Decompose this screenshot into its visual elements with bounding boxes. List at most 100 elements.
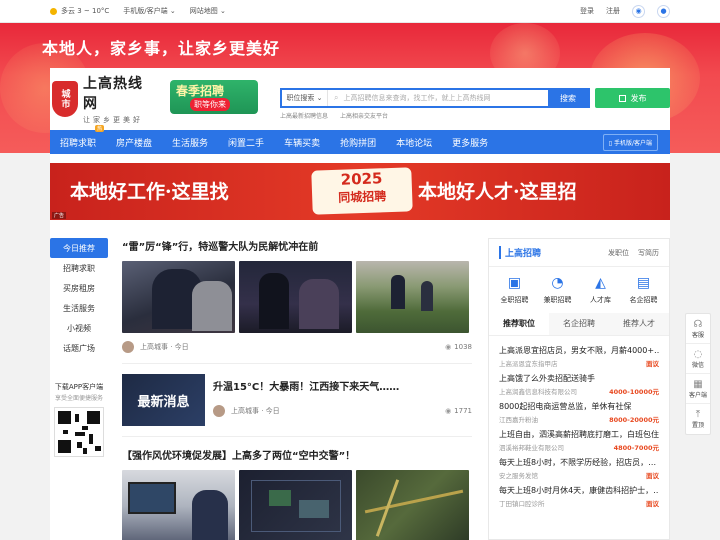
list-item[interactable]: 上高饿了么外卖招配送骑手 上高润鑫信息科技有限公司 4000-10000元 — [499, 373, 659, 396]
panel-title[interactable]: 上高招聘 — [499, 246, 541, 259]
post-image[interactable] — [356, 261, 469, 333]
job-company: 安之服务发馆 — [499, 472, 538, 480]
eye-icon: ◉ — [445, 407, 452, 415]
post-author[interactable]: 上高城事 · 今日 — [140, 342, 189, 352]
phone-icon: ▯ — [608, 139, 613, 147]
publish-button[interactable]: 发布 — [595, 88, 670, 108]
list-item[interactable]: 每天上班8小时，不限学历经验，招店员，… 安之服务发馆 面议 — [499, 457, 659, 480]
weather: 多云 3 ~ 10°C — [50, 6, 109, 16]
nav-item-group-buy[interactable]: 抢购拼团 — [330, 130, 386, 154]
view-count: ◉ 1038 — [445, 343, 472, 351]
job-salary: 4000-10000元 — [609, 388, 659, 396]
logo-seal: 城市 — [52, 81, 78, 117]
search-button[interactable]: 搜索 — [548, 90, 588, 106]
sitemap-link[interactable]: 网站地图 ⌄ — [190, 6, 226, 16]
qr-icon: ▦ — [693, 378, 703, 390]
post-image[interactable] — [239, 261, 352, 333]
eye-icon: ◉ — [445, 343, 452, 351]
chevron-down-icon: ⌄ — [316, 94, 323, 102]
app-download: 下载APP客户端 享受全面便捷服务 — [50, 382, 108, 457]
view-count-value: 1038 — [454, 343, 472, 351]
post-image[interactable] — [122, 470, 235, 540]
nav-item-forum[interactable]: 本地论坛 — [386, 130, 442, 154]
mobile-version-link[interactable]: 手机版/客户端 ⌄ — [123, 6, 175, 16]
sidebar-item-videos[interactable]: 小视频 — [50, 318, 108, 338]
category-parttime[interactable]: ◔ 兼职招聘 — [536, 275, 579, 305]
main-container: 城市 上高热线网 让家乡更美好 春季招聘 职等你来 职位搜索 ⌄ ⌕ 上高招聘信息… — [50, 68, 670, 540]
write-resume-link[interactable]: 写简历 — [638, 249, 659, 257]
app-qr-code[interactable] — [54, 407, 104, 457]
list-item[interactable]: 上高派恩宜招店员，男女不限，月薪4000+… 上高派恩宜东指甲店 面议 — [499, 345, 659, 368]
post-title[interactable]: “雷”厉“锋”行，特巡警大队为民解忧冲在前 — [122, 238, 472, 253]
nav-item-secondhand[interactable]: 闲置二手 — [218, 130, 274, 154]
list-item[interactable]: 每天上班8小时月休4天，康健齿科招护士，… 丁田镇口腔诊所 面议 — [499, 485, 659, 508]
user-icon[interactable]: ● — [657, 4, 670, 18]
nav-item-realestate[interactable]: 房产楼盘 — [106, 130, 162, 154]
nav-mobile-button[interactable]: ▯ 手机版/客户端 — [602, 133, 658, 151]
spring-recruitment-promo[interactable]: 春季招聘 职等你来 — [170, 80, 258, 114]
post-image[interactable] — [122, 261, 235, 333]
category-label: 名企招聘 — [629, 296, 658, 304]
job-salary: 面议 — [646, 360, 659, 368]
search-input[interactable]: ⌕ 上高招聘信息来查询，找工作，就上上高热线网 — [328, 90, 548, 106]
tab-recommended-jobs[interactable]: 推荐职位 — [489, 313, 549, 335]
post-meta: 上高城事 · 今日 ◉ 1771 — [213, 405, 472, 417]
post-thumbnail[interactable]: 最新消息 — [122, 374, 205, 426]
post-image[interactable] — [239, 470, 352, 540]
sidebar-item-housing[interactable]: 买房租房 — [50, 278, 108, 298]
sidebar-item-today[interactable]: 今日推荐 — [50, 238, 108, 258]
customer-service-button[interactable]: ☊ 客服 — [686, 314, 710, 344]
search-bar: 职位搜索 ⌄ ⌕ 上高招聘信息来查询，找工作，就上上高热线网 搜索 — [280, 88, 590, 108]
edit-icon — [618, 94, 626, 102]
ad-left-text: 本地好工作·这里找 — [70, 181, 229, 203]
avatar[interactable] — [122, 341, 134, 353]
left-sidebar: 今日推荐 招聘求职 买房租房 生活服务 小视频 话题广场 下载APP客户端 享受… — [50, 238, 108, 457]
search-category-select[interactable]: 职位搜索 ⌄ — [282, 90, 328, 106]
client-download-button[interactable]: ▦ 客户端 — [686, 374, 710, 404]
sidebar-item-services[interactable]: 生活服务 — [50, 298, 108, 318]
nav-item-vehicles[interactable]: 车辆买卖 — [274, 130, 330, 154]
login-link[interactable]: 登录 — [580, 6, 594, 16]
search-hint-link[interactable]: 上高最新招聘信息 — [280, 113, 328, 120]
post-job-link[interactable]: 发职位 — [608, 249, 629, 257]
wechat-icon: ◌ — [693, 348, 703, 360]
tab-enterprise-jobs[interactable]: 名企招聘 — [549, 313, 609, 335]
briefcase-icon: ▣ — [507, 275, 522, 291]
wechat-icon[interactable]: ◉ — [632, 4, 645, 18]
list-item[interactable]: 8000起招电商运营总监，单休有社保 江西嘉升粉油 8000-20000元 — [499, 401, 659, 424]
nav-item-more[interactable]: 更多服务 — [442, 130, 498, 154]
job-title: 上高饿了么外卖招配送骑手 — [499, 374, 595, 383]
post-image[interactable] — [356, 470, 469, 540]
site-logo[interactable]: 城市 上高热线网 让家乡更美好 — [52, 76, 157, 124]
job-company: 江西嘉升粉油 — [499, 416, 538, 424]
register-link[interactable]: 注册 — [606, 6, 620, 16]
logo-subtitle: 让家乡更美好 — [83, 116, 143, 124]
post-author[interactable]: 上高城事 · 今日 — [231, 406, 280, 416]
post-images — [122, 261, 472, 333]
banner-slogan: 本地人，家乡事，让家乡更美好 — [42, 39, 281, 58]
category-enterprise[interactable]: ▤ 名企招聘 — [622, 275, 665, 305]
wechat-button[interactable]: ◌ 微信 — [686, 344, 710, 374]
category-talent[interactable]: ◭ 人才库 — [579, 275, 622, 305]
mobile-link-label: 手机版/客户端 — [123, 7, 168, 15]
job-company: 上高润鑫信息科技有限公司 — [499, 388, 577, 396]
logo-name: 上高热线网 — [83, 76, 143, 112]
category-fulltime[interactable]: ▣ 全职招聘 — [493, 275, 536, 305]
nav-item-jobs[interactable]: 招聘求职 热 — [50, 125, 106, 154]
nav-item-life-services[interactable]: 生活服务 — [162, 130, 218, 154]
job-salary: 8000-20000元 — [609, 416, 659, 424]
tab-recommended-talent[interactable]: 推荐人才 — [609, 313, 669, 335]
job-title: 上高派恩宜招店员，男女不限，月薪4000+… — [499, 346, 659, 355]
back-to-top-button[interactable]: ⤒ 置顶 — [686, 404, 710, 434]
divider — [122, 363, 472, 364]
search-hint-link[interactable]: 上高相亲交友平台 — [340, 113, 388, 120]
avatar[interactable] — [213, 405, 225, 417]
category-label: 人才库 — [590, 296, 611, 304]
post-title[interactable]: 升温15°C！大暴雨！江西接下来天气…… — [213, 378, 472, 393]
recruitment-ad-banner[interactable]: 本地好工作·这里找 2025 同城招聘 本地好人才·这里招 广告 — [50, 163, 670, 220]
list-item[interactable]: 上班自由，泗溪高薪招聘底打磨工，白班包住 泗溪裕邦鞋业有限公司 4800-7000元 — [499, 429, 659, 452]
job-salary: 4800-7000元 — [613, 444, 659, 452]
post-title[interactable]: 【强作风优环境促发展】上高多了两位“空中交警”！ — [122, 447, 472, 462]
sidebar-item-topics[interactable]: 话题广场 — [50, 338, 108, 358]
sidebar-item-jobs[interactable]: 招聘求职 — [50, 258, 108, 278]
